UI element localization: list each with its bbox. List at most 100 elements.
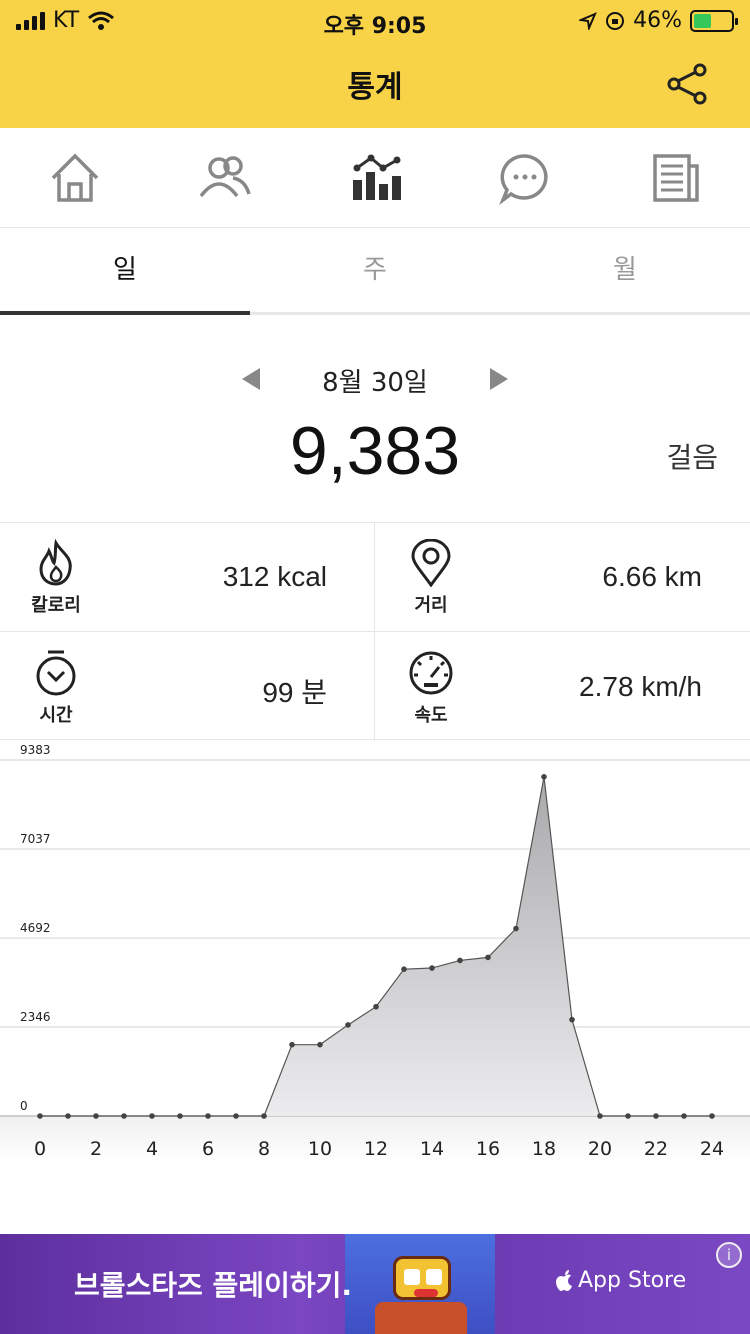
stats-icon[interactable] (347, 150, 403, 206)
tab-divider (250, 312, 750, 315)
nav-bar (0, 128, 750, 228)
location-arrow-icon (579, 11, 597, 30)
data-point (401, 966, 407, 972)
ad-headline: 브롤스타즈 플레이하기. (74, 1269, 352, 1302)
character-body (375, 1302, 467, 1334)
ad-banner[interactable]: 브롤스타즈 플레이하기. App Store i (0, 1234, 750, 1334)
battery-percent: 46% (633, 8, 682, 33)
stat-value: 312 kcal (222, 561, 327, 592)
step-count: 9,383 (289, 413, 461, 489)
stat-calorie: 칼로리 312 kcal (0, 523, 375, 631)
x-tick-label: 8 (258, 1138, 270, 1160)
page-title: 통계 (347, 70, 403, 105)
x-tick-label: 12 (364, 1138, 388, 1160)
character-mouth (414, 1289, 438, 1297)
tab-week[interactable]: 주 (250, 228, 500, 316)
stat-value: 6.66 km (602, 561, 702, 592)
app-store-label: App Store (578, 1268, 687, 1293)
data-point (457, 957, 463, 964)
selected-date: 8월 30일 (322, 368, 428, 398)
data-point (65, 1113, 71, 1119)
period-tabs: 일 주 월 (0, 228, 750, 316)
y-tick-label: 0 (20, 1099, 28, 1113)
x-tick-label: 0 (34, 1138, 46, 1160)
data-point (429, 965, 435, 971)
x-tick-label: 20 (588, 1138, 612, 1160)
data-point (569, 1016, 575, 1023)
ad-character-image (345, 1234, 495, 1334)
fire-icon (39, 539, 72, 586)
x-tick-label: 10 (308, 1138, 332, 1160)
x-tick-label: 16 (476, 1138, 500, 1160)
x-tick-label: 4 (146, 1138, 158, 1160)
y-tick-label: 9383 (20, 743, 51, 757)
x-tick-label: 18 (532, 1138, 556, 1160)
data-point (541, 774, 547, 780)
next-date-button[interactable] (490, 368, 508, 390)
y-tick-label: 4692 (20, 921, 51, 935)
battery-icon (690, 9, 738, 32)
x-tick-label: 24 (700, 1138, 724, 1160)
stat-label: 속도 (414, 705, 448, 726)
data-point (261, 1113, 267, 1119)
app-store-badge[interactable]: App Store (556, 1268, 686, 1293)
data-point (177, 1113, 183, 1119)
top-bar: KT 오후 9:05 46% 통계 (0, 0, 750, 128)
data-point (289, 1041, 295, 1048)
x-tick-label: 14 (420, 1138, 444, 1160)
timer-icon (36, 650, 76, 696)
speedometer-icon (409, 651, 453, 695)
stat-label: 거리 (414, 595, 448, 616)
data-point (653, 1113, 659, 1119)
home-icon[interactable] (47, 150, 103, 206)
status-bar: KT 오후 9:05 46% (0, 0, 750, 42)
date-selector: 8월 30일 (0, 358, 750, 398)
status-right: 46% (579, 8, 738, 33)
stat-distance: 거리 6.66 km (375, 523, 750, 631)
data-point (121, 1113, 127, 1119)
friends-icon[interactable] (197, 150, 253, 206)
data-point (485, 954, 491, 961)
data-point (93, 1113, 99, 1119)
stat-label: 칼로리 (31, 595, 81, 616)
ad-info-icon[interactable]: i (716, 1242, 742, 1268)
character-eye (404, 1269, 420, 1285)
data-point (709, 1113, 715, 1119)
x-tick-label: 22 (644, 1138, 668, 1160)
location-pin-icon (411, 539, 451, 587)
area-fill (40, 776, 712, 1116)
data-point (681, 1113, 687, 1119)
tab-month[interactable]: 월 (500, 228, 750, 316)
character-face (393, 1256, 451, 1300)
step-unit: 걸음 (666, 441, 718, 474)
stat-speed: 속도 2.78 km/h (375, 633, 750, 741)
x-tick-label: 2 (90, 1138, 102, 1160)
stat-value: 2.78 km/h (579, 671, 702, 702)
x-tick-label: 6 (202, 1138, 214, 1160)
hourly-steps-chart: 023464692703793830 2 4 6 8 10 12 14 16 18 20 22 24 (0, 743, 750, 1160)
data-point (233, 1113, 239, 1119)
tab-day[interactable]: 일 (0, 228, 250, 316)
chat-icon[interactable] (497, 150, 553, 206)
character-eye (426, 1269, 442, 1285)
data-point (513, 925, 519, 932)
data-point (149, 1113, 155, 1119)
y-tick-label: 2346 (20, 1010, 51, 1024)
data-point (345, 1022, 351, 1028)
share-icon[interactable] (666, 62, 710, 106)
apple-icon (556, 1269, 572, 1291)
stats-divider-horizontal (0, 631, 750, 632)
battery-fill (694, 13, 711, 28)
stat-label: 시간 (39, 705, 73, 726)
data-point (37, 1113, 43, 1119)
data-point (597, 1113, 603, 1119)
stat-time: 시간 99 분 (0, 633, 375, 741)
data-point (317, 1041, 323, 1048)
stat-value: 99 분 (262, 677, 327, 708)
news-icon[interactable] (647, 150, 703, 206)
rotation-lock-icon (606, 11, 625, 30)
y-tick-label: 7037 (20, 832, 51, 846)
data-point (373, 1003, 379, 1010)
data-point (625, 1113, 631, 1119)
active-tab-indicator (0, 311, 250, 315)
